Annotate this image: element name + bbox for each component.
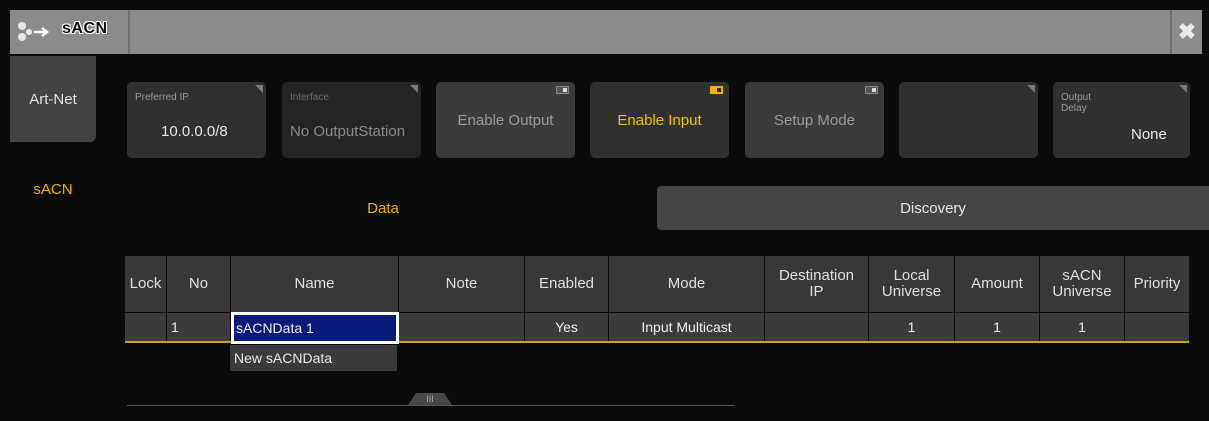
cell-amount[interactable]: 1 [955, 313, 1040, 341]
column-header-note[interactable]: Note [399, 256, 525, 312]
cell-mode[interactable]: Input Multicast [609, 313, 765, 341]
enable-input-button[interactable]: Enable Input [590, 82, 729, 158]
edit-corner-icon [1179, 85, 1187, 93]
cell-destination-ip[interactable] [765, 313, 869, 341]
cell-note[interactable] [399, 313, 525, 341]
column-header-mode[interactable]: Mode [609, 256, 765, 312]
setup-mode-button[interactable]: Setup Mode [745, 82, 884, 158]
tab-data-label: Data [367, 199, 399, 217]
table-row[interactable]: 1 sACNData 1 Yes Input Multicast 1 1 1 [125, 312, 1189, 344]
title-bar: sACN ✖ [10, 10, 1202, 54]
sidebar-tab-label: Art-Net [29, 90, 77, 108]
edit-corner-icon [255, 85, 263, 93]
enable-output-button[interactable]: Enable Output [436, 82, 575, 158]
cell-enabled[interactable]: Yes [525, 313, 609, 341]
interface-label: Interface [290, 92, 329, 103]
column-header-sacn-universe[interactable]: sACN Universe [1040, 256, 1125, 312]
title-divider [128, 10, 130, 54]
enable-output-label: Enable Output [457, 111, 554, 129]
sidebar-tab-art-net[interactable]: Art-Net [10, 56, 96, 142]
interface-button[interactable]: Interface No OutputStation [282, 82, 421, 158]
column-header-name[interactable]: Name [231, 256, 399, 312]
preferred-ip-button[interactable]: Preferred IP 10.0.0.0/8 [127, 82, 266, 158]
cell-sacn-universe[interactable]: 1 [1040, 313, 1125, 341]
preferred-ip-value: 10.0.0.0/8 [161, 123, 228, 140]
setup-mode-label: Setup Mode [774, 111, 855, 129]
empty-button[interactable] [899, 82, 1038, 158]
horizontal-scrollbar-track[interactable] [127, 405, 734, 406]
new-row-button[interactable]: New sACNData [230, 345, 397, 371]
cell-local-universe[interactable]: 1 [869, 313, 955, 341]
tab-discovery-label: Discovery [900, 199, 966, 217]
close-x-icon: ✖ [1177, 19, 1197, 44]
column-header-amount[interactable]: Amount [955, 256, 1040, 312]
sidebar-tab-label: sACN [33, 180, 73, 198]
cell-lock[interactable] [125, 313, 167, 341]
cell-no[interactable]: 1 [167, 313, 231, 341]
tab-data[interactable]: Data [112, 186, 654, 230]
scrollbar-handle[interactable]: III [408, 393, 452, 405]
column-header-enabled[interactable]: Enabled [525, 256, 609, 312]
grip-icon: III [426, 394, 434, 404]
network-arrow-icon [18, 22, 50, 41]
output-delay-label: Output Delay [1061, 92, 1092, 114]
column-header-no[interactable]: No [167, 256, 231, 312]
edit-corner-icon [410, 85, 418, 93]
close-button[interactable]: ✖ [1170, 10, 1202, 54]
column-header-local-universe[interactable]: Local Universe [869, 256, 955, 312]
column-header-lock[interactable]: Lock [125, 256, 167, 312]
tab-discovery[interactable]: Discovery [657, 186, 1209, 230]
cell-name-selected[interactable]: sACNData 1 [231, 312, 399, 344]
output-delay-value: None [1131, 126, 1167, 143]
cell-priority[interactable] [1125, 313, 1189, 341]
column-header-priority[interactable]: Priority [1125, 256, 1189, 312]
table-header: Lock No Name Note Enabled Mode Destinati… [125, 256, 1189, 312]
enable-input-label: Enable Input [617, 111, 702, 129]
output-delay-button[interactable]: Output Delay None [1053, 82, 1190, 158]
column-header-destination-ip[interactable]: Destination IP [765, 256, 869, 312]
preferred-ip-label: Preferred IP [135, 92, 189, 103]
interface-value: No OutputStation [290, 123, 406, 140]
sidebar-tab-sacn[interactable]: sACN [10, 178, 96, 200]
edit-corner-icon [1027, 85, 1035, 93]
window-title: sACN [62, 20, 108, 37]
